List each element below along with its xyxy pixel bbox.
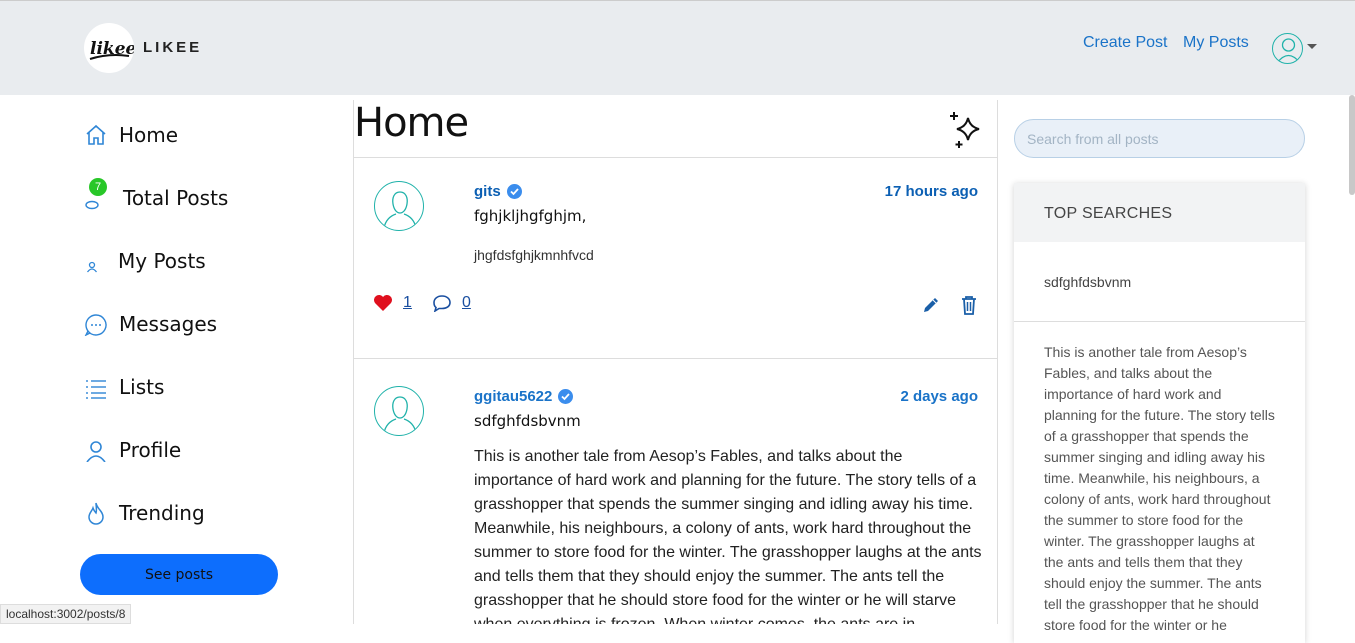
- username-text[interactable]: gits: [474, 183, 501, 200]
- user-silhouette-icon: [383, 191, 417, 229]
- create-post-link[interactable]: Create Post: [1083, 34, 1167, 52]
- post-body: jhgfdsfghjkmnhfvcd: [474, 247, 594, 263]
- chevron-down-icon[interactable]: [1307, 44, 1317, 49]
- user-icon: [84, 438, 108, 463]
- list-icon: [84, 375, 108, 399]
- user-avatar[interactable]: [1272, 33, 1303, 64]
- sidebar-item-label: Lists: [119, 375, 165, 399]
- post-body: This is another tale from Aesop’s Fables…: [474, 448, 982, 624]
- sidebar-item-label: Profile: [119, 438, 182, 462]
- layers-icon: 7: [84, 178, 108, 210]
- post-title[interactable]: fghjkljhgfghjm,: [474, 207, 586, 225]
- like-count[interactable]: 1: [403, 294, 412, 312]
- verified-icon: [558, 389, 574, 404]
- edit-icon[interactable]: [921, 295, 941, 320]
- post-title[interactable]: sdfghfdsbvnm: [474, 412, 581, 430]
- flame-icon: [84, 501, 108, 525]
- home-icon: [84, 123, 108, 147]
- top-navbar: likee LIKEE Create Post My Posts: [0, 0, 1355, 95]
- top-search-excerpt: This is another tale from Aesop’s Fables…: [1044, 344, 1275, 633]
- user-silhouette-icon: [1276, 38, 1301, 63]
- sidebar-item-messages[interactable]: Messages: [84, 309, 217, 339]
- top-search-item[interactable]: sdfghfdsbvnm: [1014, 242, 1305, 322]
- chat-icon: [84, 312, 108, 337]
- sidebar-item-trending[interactable]: Trending: [84, 498, 205, 528]
- like-button[interactable]: 1: [373, 294, 412, 312]
- comment-icon: [433, 295, 451, 312]
- logo[interactable]: likee: [84, 23, 134, 73]
- sidebar-item-label: Home: [119, 123, 179, 147]
- sidebar-item-home[interactable]: Home: [84, 120, 178, 150]
- brand-name: LIKEE: [143, 39, 203, 56]
- sidebar-item-total-posts[interactable]: 7 Total Posts: [84, 178, 229, 213]
- search-input[interactable]: [1014, 119, 1305, 158]
- post-username[interactable]: ggitau5622: [474, 388, 574, 405]
- count-badge: 7: [89, 178, 107, 196]
- sidebar-item-profile[interactable]: Profile: [84, 435, 181, 465]
- post-avatar[interactable]: [374, 181, 424, 231]
- status-bar-url: localhost:3002/posts/8: [0, 604, 132, 624]
- feed: Home gits 17 hours ago fghjkljhgfghjm, j…: [353, 100, 998, 624]
- sidebar-item-label: Messages: [119, 312, 218, 336]
- comment-count[interactable]: 0: [462, 294, 471, 312]
- post-username[interactable]: gits: [474, 183, 522, 200]
- scrollbar[interactable]: [1349, 95, 1355, 195]
- sidebar-item-label: Total Posts: [123, 186, 229, 210]
- post-timestamp: 2 days ago: [900, 388, 978, 405]
- username-text[interactable]: ggitau5622: [474, 388, 552, 405]
- post-timestamp: 17 hours ago: [884, 183, 978, 200]
- see-posts-button[interactable]: See posts: [80, 554, 278, 595]
- verified-icon: [506, 184, 522, 199]
- user-small-icon: [84, 249, 108, 273]
- sidebar-item-label: Trending: [119, 501, 205, 525]
- sparkle-icon[interactable]: [948, 110, 988, 155]
- divider: [354, 157, 997, 158]
- sidebar-item-lists[interactable]: Lists: [84, 372, 164, 402]
- comment-button[interactable]: 0: [432, 294, 471, 312]
- divider: [354, 358, 997, 359]
- trash-icon[interactable]: [960, 295, 978, 320]
- page-title: Home: [354, 100, 469, 146]
- post-avatar[interactable]: [374, 386, 424, 436]
- heart-icon: [374, 295, 392, 311]
- sidebar-item-label: My Posts: [118, 249, 206, 273]
- logo-icon: likee: [89, 39, 134, 60]
- user-silhouette-icon: [383, 396, 417, 434]
- top-searches-card: TOP SEARCHES sdfghfdsbvnm This is anothe…: [1014, 183, 1305, 643]
- sidebar-item-my-posts[interactable]: My Posts: [84, 246, 206, 276]
- my-posts-link[interactable]: My Posts: [1183, 34, 1249, 52]
- top-searches-title: TOP SEARCHES: [1014, 183, 1305, 242]
